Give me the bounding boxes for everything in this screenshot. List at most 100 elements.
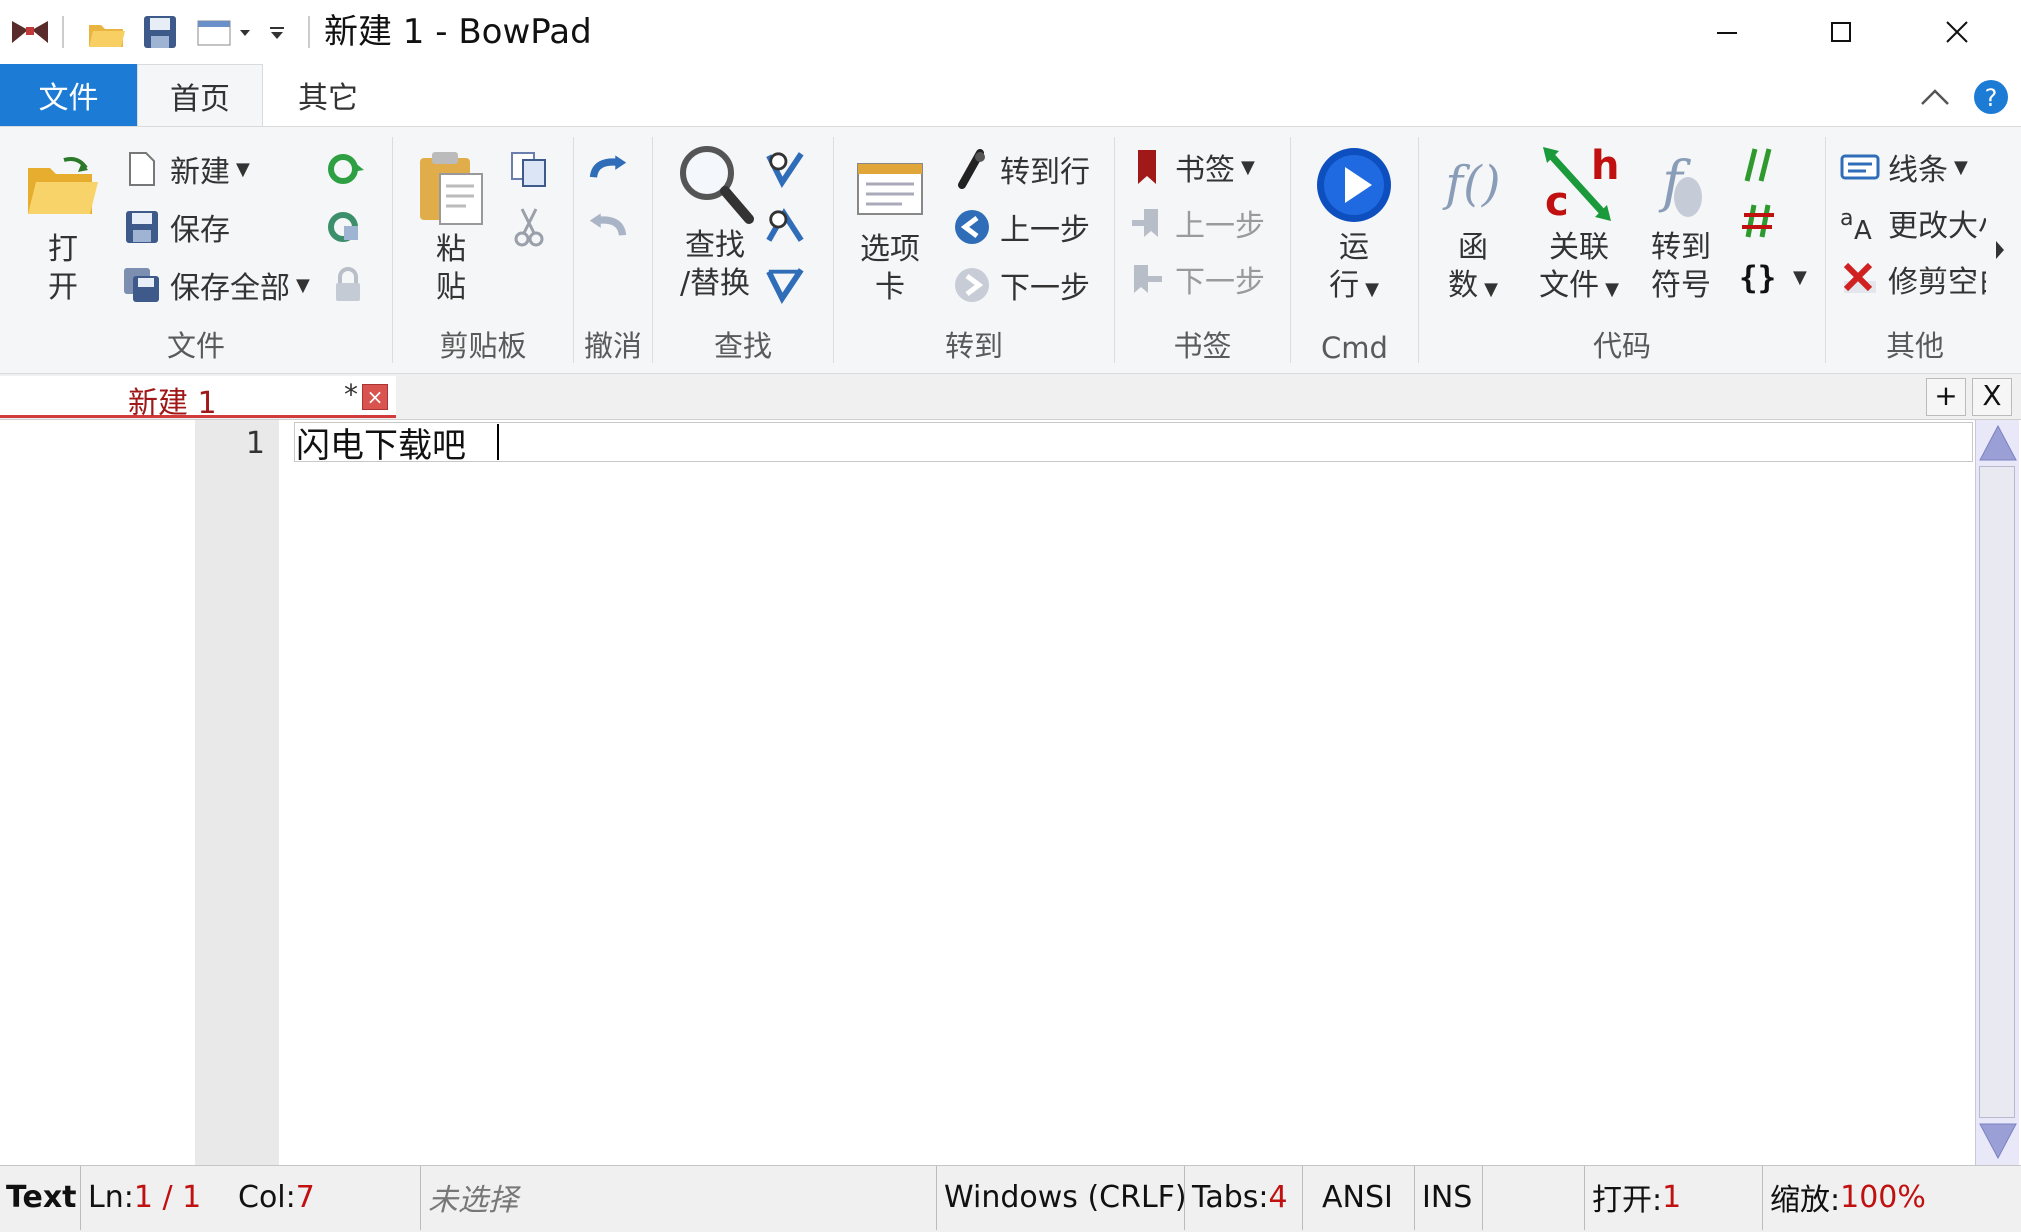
status-column: Col: 7 — [238, 1166, 315, 1228]
text-cursor — [497, 424, 499, 460]
reload-all-button[interactable] — [326, 207, 374, 247]
related-files-button[interactable]: hc 关联 文件 ▼ — [1529, 145, 1629, 309]
trim-button[interactable]: 修剪空白 — [1840, 257, 1986, 301]
status-separator — [420, 1166, 421, 1230]
header-source-icon: hc — [1539, 145, 1619, 225]
vertical-scrollbar[interactable] — [1975, 420, 2019, 1165]
status-encoding[interactable]: ANSI — [1322, 1166, 1393, 1228]
find-prev-button[interactable] — [765, 207, 813, 247]
tab-file[interactable]: 文件 — [0, 64, 137, 126]
scroll-up-icon[interactable] — [1978, 422, 2018, 462]
status-separator — [1302, 1166, 1303, 1230]
status-column-value: 7 — [295, 1179, 315, 1215]
find-replace-label-1: 查找 — [685, 228, 745, 263]
goto-symbol-button[interactable]: f 转到 符号 — [1641, 145, 1721, 305]
tab-close-icon[interactable]: × — [362, 384, 388, 410]
scroll-down-icon[interactable] — [1978, 1122, 2018, 1162]
comment-button[interactable] — [1739, 145, 1787, 185]
copy-button[interactable] — [509, 149, 557, 189]
change-case-button[interactable]: aA 更改大小写 — [1840, 201, 1986, 245]
brace-button[interactable]: {} ▼ — [1739, 257, 1807, 297]
goto-line-icon — [952, 149, 992, 189]
tab-other[interactable]: 其它 — [263, 64, 393, 126]
open-folder-icon[interactable] — [84, 12, 130, 52]
uncomment-button[interactable] — [1739, 201, 1787, 241]
open-label-2: 开 — [48, 270, 78, 305]
goto-next-label: 下一步 — [1000, 271, 1090, 306]
minimize-button[interactable] — [1667, 0, 1787, 64]
find-next-button[interactable] — [765, 149, 813, 189]
editor-text[interactable]: 闪电下载吧 — [296, 418, 466, 467]
find-replace-button[interactable]: 查找 /替换 — [663, 143, 767, 303]
group-clipboard-label: 剪贴板 — [439, 329, 527, 363]
lock-button[interactable] — [328, 265, 376, 305]
status-open-count: 打开: 1 — [1592, 1166, 1681, 1228]
goto-line-button[interactable]: 转到行 — [952, 147, 1090, 191]
line-number: 1 — [245, 426, 265, 461]
status-language[interactable]: Text — [6, 1166, 77, 1228]
scrollbar-thumb[interactable] — [1979, 466, 2015, 1118]
new-button[interactable]: 新建 ▼ — [122, 147, 250, 191]
run-button[interactable]: 运 行 ▼ — [1307, 145, 1401, 309]
status-tabs[interactable]: Tabs: 4 — [1192, 1166, 1288, 1228]
lock-icon — [328, 265, 368, 305]
close-button[interactable] — [1897, 0, 2017, 64]
redo-button[interactable] — [588, 207, 636, 247]
editor-area[interactable] — [294, 462, 1973, 1162]
bowpad-logo-icon[interactable] — [8, 12, 52, 52]
close-all-tabs-button[interactable]: X — [1972, 378, 2012, 416]
bookmark-button[interactable]: 书签 ▼ — [1127, 145, 1255, 189]
tabs-menu-button[interactable]: 选项 卡 — [844, 147, 936, 307]
ribbon-tab-row: 文件 首页 其它 ? — [0, 64, 2021, 126]
maximize-button[interactable] — [1781, 0, 1901, 64]
document-tab-label: 新建 1 — [128, 386, 217, 421]
help-button[interactable]: ? — [1972, 78, 2010, 116]
status-insert-mode[interactable]: INS — [1422, 1166, 1472, 1228]
group-cmd-label: Cmd — [1321, 331, 1388, 365]
reload-button[interactable] — [326, 149, 374, 189]
ribbon-scroll-right-button[interactable] — [1990, 235, 2010, 265]
customize-qat-icon[interactable] — [262, 12, 292, 52]
bookmark-next-label: 下一步 — [1175, 265, 1265, 300]
chevron-down-icon: ▼ — [236, 158, 250, 180]
related-label-1: 关联 — [1549, 230, 1609, 265]
functions-label-1: 函 — [1458, 230, 1488, 265]
bookmark-next-icon — [1127, 259, 1167, 299]
bookmark-prev-button[interactable]: 上一步 — [1127, 201, 1265, 245]
paste-button[interactable]: 粘 贴 — [411, 147, 491, 307]
goto-line-label: 转到行 — [1000, 155, 1090, 190]
svg-text:?: ? — [1985, 84, 1998, 112]
cut-button[interactable] — [509, 207, 557, 247]
tab-home[interactable]: 首页 — [137, 64, 263, 126]
save-icon — [122, 207, 162, 247]
save-label: 保存 — [170, 213, 230, 248]
functions-button[interactable]: f() 函 数 ▼ — [1433, 145, 1513, 309]
lines-button[interactable]: 线条 ▼ — [1840, 145, 1968, 189]
tabs-menu-icon[interactable] — [194, 12, 254, 52]
forward-arrow-icon — [952, 265, 992, 305]
goto-next-button[interactable]: 下一步 — [952, 263, 1090, 307]
new-tab-button[interactable]: + — [1926, 378, 1966, 416]
goto-symbol-label-2: 符号 — [1651, 268, 1711, 303]
group-code-label: 代码 — [1592, 329, 1651, 363]
undo-button[interactable] — [588, 149, 636, 189]
open-button[interactable]: 打 开 — [20, 147, 106, 307]
find-selection-button[interactable] — [765, 265, 813, 305]
group-goto: 选项 卡 转到行 上一步 下一步 转到 — [834, 127, 1114, 373]
goto-symbol-icon: f — [1641, 145, 1721, 225]
group-find-label: 查找 — [713, 329, 772, 363]
collapse-ribbon-button[interactable] — [1918, 82, 1952, 112]
tabs-list-icon — [850, 147, 930, 227]
document-tab[interactable]: 新建 1 * × — [0, 376, 396, 421]
group-find: 查找 /替换 查找 — [653, 127, 833, 373]
status-eol[interactable]: Windows (CRLF) — [944, 1166, 1187, 1228]
save-button[interactable]: 保存 — [122, 205, 230, 249]
save-icon[interactable] — [138, 12, 182, 52]
open-folder-icon — [23, 147, 103, 227]
bookmark-next-button[interactable]: 下一步 — [1127, 257, 1265, 301]
status-separator — [1184, 1166, 1185, 1230]
save-all-button[interactable]: 保存全部 ▼ — [122, 263, 310, 307]
find-selection-icon — [765, 265, 805, 305]
goto-prev-button[interactable]: 上一步 — [952, 205, 1090, 249]
status-zoom[interactable]: 缩放: 100% — [1770, 1166, 1926, 1228]
